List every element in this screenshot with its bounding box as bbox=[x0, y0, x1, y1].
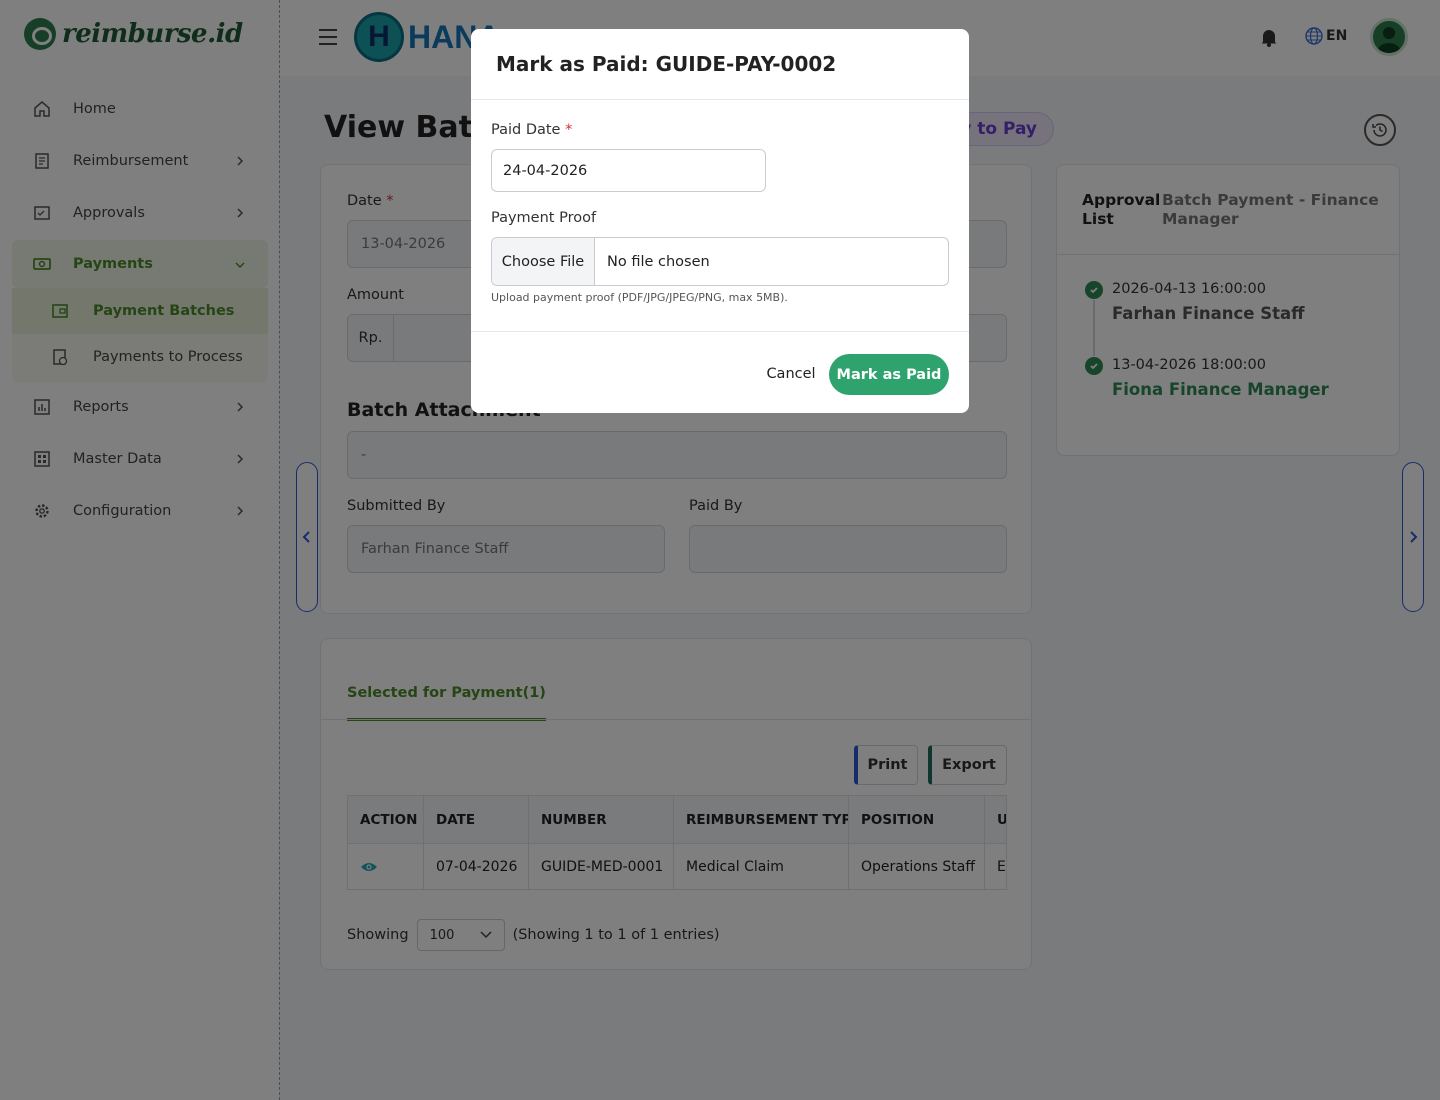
mark-as-paid-modal: Mark as Paid: GUIDE-PAY-0002 Paid Date *… bbox=[471, 29, 969, 413]
cancel-button[interactable]: Cancel bbox=[747, 354, 835, 394]
mark-as-paid-button[interactable]: Mark as Paid bbox=[829, 354, 949, 395]
file-name-text: No file chosen bbox=[607, 253, 710, 270]
paid-date-label: Paid Date * bbox=[491, 122, 573, 138]
choose-file-button[interactable]: Choose File bbox=[492, 238, 595, 285]
payment-proof-label: Payment Proof bbox=[491, 210, 597, 226]
upload-hint: Upload payment proof (PDF/JPG/JPEG/PNG, … bbox=[491, 291, 788, 304]
paid-date-input[interactable]: 24-04-2026 bbox=[491, 149, 766, 192]
modal-title: Mark as Paid: GUIDE-PAY-0002 bbox=[471, 29, 969, 100]
payment-proof-file-input[interactable]: Choose File No file chosen bbox=[491, 237, 949, 286]
modal-footer: Cancel Mark as Paid bbox=[471, 331, 969, 413]
